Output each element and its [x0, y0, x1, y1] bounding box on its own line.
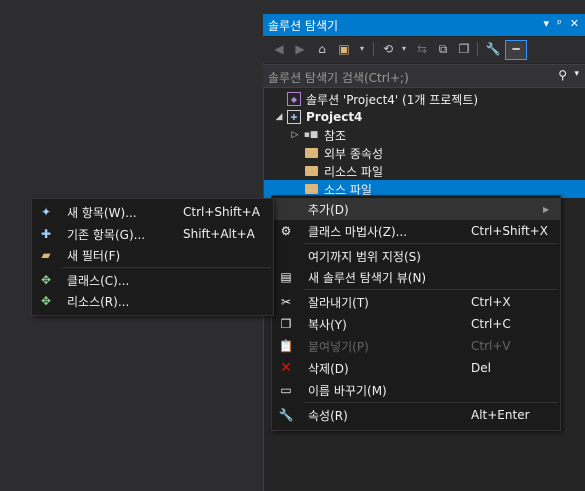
class-wizard-icon: ⚙ [280, 224, 292, 238]
delete-icon: ✕ [280, 360, 292, 376]
new-item-icon: ✦ [40, 205, 52, 219]
menu-item-resource[interactable]: ✥ 리소스(R)... [32, 290, 273, 312]
menu-item-new-filter[interactable]: ▰ 새 필터(F) [32, 244, 273, 266]
paste-icon: 📋 [278, 339, 294, 353]
window-position-dropdown-icon[interactable]: ▾ [544, 17, 550, 30]
tree-item-label: 참조 [324, 128, 347, 143]
tree-item-references[interactable]: ▷ ▪■ 참조 [289, 126, 347, 144]
solution-explorer-titlebar[interactable]: 솔루션 탐색기 ▾ ᵖ ✕ [263, 14, 585, 36]
menu-item-properties[interactable]: 🔧 속성(R) Alt+Enter [272, 404, 560, 426]
properties-icon: 🔧 [278, 408, 294, 422]
tree-item-label: 리소스 파일 [324, 164, 384, 179]
tree-item-label: 외부 종속성 [324, 146, 384, 161]
search-input[interactable]: 솔루션 탐색기 검색(Ctrl+;) [268, 69, 409, 86]
folder-icon [304, 148, 318, 158]
preview-selected-items-icon[interactable]: ━ [505, 40, 527, 60]
filter-dropdown-icon[interactable]: ▾ [396, 41, 412, 57]
menu-item-existing-item[interactable]: ✚ 기존 항목(G)... Shift+Alt+A [32, 223, 273, 245]
tree-item-label: Project4 [306, 110, 363, 124]
references-icon: ▪■ [303, 130, 319, 140]
tree-item-solution[interactable]: ◆ 솔루션 'Project4' (1개 프로젝트) [273, 90, 478, 108]
tree-item-external-dependencies[interactable]: 외부 종속성 [303, 144, 383, 162]
menu-item-copy[interactable]: ❐ 복사(Y) Ctrl+C [272, 313, 560, 335]
rename-icon: ▭ [280, 383, 292, 397]
search-options-dropdown-icon[interactable]: ▾ [574, 69, 579, 79]
solution-icon: ◆ [287, 92, 301, 106]
existing-item-icon: ✚ [40, 227, 52, 241]
expanded-arrow-icon[interactable]: ◢ [273, 112, 285, 122]
copy-icon: ❐ [280, 317, 292, 331]
menu-item-class-wizard[interactable]: ⚙ 클래스 마법사(Z)... Ctrl+Shift+X [272, 220, 560, 242]
menu-item-scope-to-this[interactable]: 여기까지 범위 지정(S) [272, 245, 560, 267]
tree-item-project[interactable]: ◢ ✚ Project4 [273, 108, 362, 126]
class-icon: ✥ [40, 273, 52, 287]
back-icon[interactable]: ◀ [271, 41, 287, 57]
folder-icon [304, 184, 318, 194]
sync-active-document-icon[interactable]: ⇆ [414, 41, 430, 57]
context-menu: 추가(D) ▶ ⚙ 클래스 마법사(Z)... Ctrl+Shift+X 여기까… [271, 195, 561, 431]
tree-item-label: 솔루션 'Project4' (1개 프로젝트) [306, 92, 479, 107]
close-icon[interactable]: ✕ [570, 17, 579, 30]
cut-icon: ✂ [280, 295, 292, 309]
switch-views-icon[interactable]: ▣ [336, 41, 352, 57]
menu-item-add[interactable]: 추가(D) ▶ [272, 198, 560, 220]
forward-icon[interactable]: ▶ [292, 41, 308, 57]
resource-icon: ✥ [40, 294, 52, 308]
pin-icon[interactable]: ᵖ [557, 17, 562, 30]
home-icon[interactable]: ⌂ [314, 41, 330, 57]
menu-item-new-solution-explorer-view[interactable]: ▤ 새 솔루션 탐색기 뷰(N) [272, 266, 560, 288]
menu-item-new-item[interactable]: ✦ 새 항목(W)... Ctrl+Shift+A [32, 201, 273, 223]
menu-item-class[interactable]: ✥ 클래스(C)... [32, 269, 273, 291]
submenu-arrow-icon: ▶ [543, 204, 550, 214]
menu-item-paste: 📋 붙여넣기(P) Ctrl+V [278, 339, 511, 354]
collapse-all-icon[interactable]: ⧉ [435, 41, 451, 57]
tree-item-resource-files[interactable]: 리소스 파일 [303, 162, 383, 180]
panel-title: 솔루션 탐색기 [268, 19, 339, 33]
properties-wrench-icon[interactable]: 🔧 [485, 41, 501, 57]
pending-changes-filter-icon[interactable]: ⟲ [380, 41, 396, 57]
new-view-icon: ▤ [280, 270, 292, 284]
new-filter-icon: ▰ [41, 248, 51, 262]
show-all-files-icon[interactable]: ❐ [456, 41, 472, 57]
folder-icon [304, 166, 318, 176]
solution-explorer-search[interactable]: 솔루션 탐색기 검색(Ctrl+;) ⚲ ▾ [263, 64, 585, 88]
collapsed-arrow-icon[interactable]: ▷ [289, 130, 301, 140]
project-icon: ✚ [287, 110, 301, 124]
menu-item-rename[interactable]: ▭ 이름 바꾸기(M) [272, 379, 560, 401]
switch-views-dropdown-icon[interactable]: ▾ [354, 41, 370, 57]
add-submenu: ✦ 새 항목(W)... Ctrl+Shift+A ✚ 기존 항목(G)... … [31, 198, 274, 316]
menu-item-delete[interactable]: ✕ 삭제(D) Del [272, 357, 560, 379]
solution-explorer-toolbar: ◀ ▶ ⌂ ▣ ▾ ⟲ ▾ ⇆ ⧉ ❐ 🔧 ━ [263, 37, 585, 63]
menu-item-cut[interactable]: ✂ 잘라내기(T) Ctrl+X [272, 291, 560, 313]
search-icon[interactable]: ⚲ [558, 68, 567, 82]
